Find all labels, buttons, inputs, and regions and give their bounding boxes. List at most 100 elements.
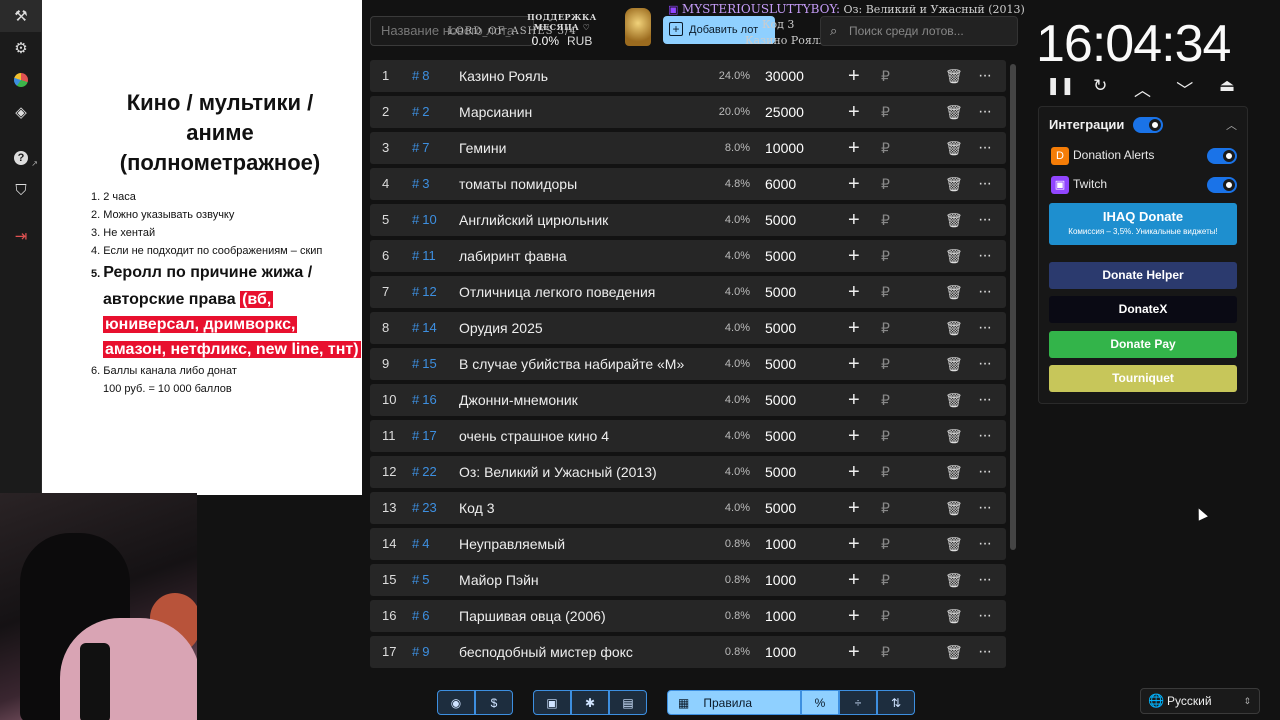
lot-id[interactable]: #3 (412, 168, 429, 200)
lot-name[interactable]: Орудия 2025 (459, 312, 543, 344)
lot-name[interactable]: бесподобный мистер фокс (459, 636, 633, 668)
add-amount-button[interactable]: + (848, 276, 860, 308)
layers-icon[interactable]: ◈ (0, 96, 42, 128)
lot-id[interactable]: #6 (412, 600, 429, 632)
add-amount-button[interactable]: + (848, 96, 860, 128)
lot-amount[interactable]: 1000 (765, 636, 796, 668)
lot-name[interactable]: Оз: Великий и Ужасный (2013) (459, 456, 657, 488)
delete-icon[interactable]: 🗑 (945, 204, 963, 236)
lot-id[interactable]: #5 (412, 564, 429, 596)
delete-icon[interactable]: 🗑 (945, 636, 963, 668)
lot-amount[interactable]: 5000 (765, 240, 796, 272)
lot-name[interactable]: Английский цирюльник (459, 204, 608, 236)
lot-id[interactable]: #15 (412, 348, 437, 380)
more-options-icon[interactable]: ··· (978, 276, 992, 308)
lot-row[interactable]: 15 #5 Майор Пэйн 0.8% 1000 + ₽ 🗑 ··· (370, 564, 1006, 596)
donate-pay-button[interactable]: Donate Pay (1049, 331, 1237, 358)
add-amount-button[interactable]: + (848, 636, 860, 668)
add-amount-button[interactable]: + (848, 384, 860, 416)
lot-name[interactable]: В случае убийства набирайте «М» (459, 348, 684, 380)
lot-amount[interactable]: 5000 (765, 420, 796, 452)
lot-name[interactable]: Джонни-мнемоник (459, 384, 578, 416)
lot-id[interactable]: #7 (412, 132, 429, 164)
more-options-icon[interactable]: ··· (978, 168, 992, 200)
split-button[interactable]: ÷ (839, 690, 877, 715)
lot-amount[interactable]: 5000 (765, 276, 796, 308)
integrations-toggle[interactable] (1133, 117, 1163, 133)
lot-amount[interactable]: 5000 (765, 348, 796, 380)
clear-button[interactable]: ▤ (609, 690, 647, 715)
more-options-icon[interactable]: ··· (978, 204, 992, 236)
add-amount-button[interactable]: + (848, 312, 860, 344)
lot-row[interactable]: 2 #2 Марсианин 20.0% 25000 + ₽ 🗑 ··· (370, 96, 1006, 128)
delete-icon[interactable]: 🗑 (945, 564, 963, 596)
lot-amount[interactable]: 10000 (765, 132, 804, 164)
add-amount-button[interactable]: + (848, 60, 860, 92)
delete-icon[interactable]: 🗑 (945, 456, 963, 488)
delete-icon[interactable]: 🗑 (945, 60, 963, 92)
delete-icon[interactable]: 🗑 (945, 276, 963, 308)
lot-amount[interactable]: 5000 (765, 204, 796, 236)
add-amount-button[interactable]: + (848, 204, 860, 236)
donate-helper-button[interactable]: Donate Helper (1049, 262, 1237, 289)
gear-icon[interactable]: ⚙ (0, 32, 42, 64)
lot-id[interactable]: #23 (412, 492, 437, 524)
more-options-icon[interactable]: ··· (978, 564, 992, 596)
lot-amount[interactable]: 1000 (765, 600, 796, 632)
add-amount-button[interactable]: + (848, 240, 860, 272)
delete-icon[interactable]: 🗑 (945, 384, 963, 416)
lot-amount[interactable]: 5000 (765, 492, 796, 524)
delete-icon[interactable]: 🗑 (945, 528, 963, 560)
lot-name[interactable]: очень страшное кино 4 (459, 420, 609, 452)
lot-name[interactable]: лабиринт фавна (459, 240, 567, 272)
lot-name[interactable]: Отличница легкого поведения (459, 276, 655, 308)
lot-name[interactable]: Неуправляемый (459, 528, 565, 560)
more-options-icon[interactable]: ··· (978, 348, 992, 380)
add-amount-button[interactable]: + (848, 348, 860, 380)
add-amount-button[interactable]: + (848, 528, 860, 560)
more-options-icon[interactable]: ··· (978, 600, 992, 632)
delete-icon[interactable]: 🗑 (945, 168, 963, 200)
hammer-icon[interactable]: ⚒ (0, 0, 42, 32)
lot-row[interactable]: 1 #8 Казино Рояль 24.0% 30000 + ₽ 🗑 ··· (370, 60, 1006, 92)
lot-row[interactable]: 14 #4 Неуправляемый 0.8% 1000 + ₽ 🗑 ··· (370, 528, 1006, 560)
delete-icon[interactable]: 🗑 (945, 348, 963, 380)
lot-amount[interactable]: 1000 (765, 528, 796, 560)
more-options-icon[interactable]: ··· (978, 528, 992, 560)
lot-id[interactable]: #4 (412, 528, 429, 560)
more-options-icon[interactable]: ··· (978, 384, 992, 416)
scrollbar[interactable] (1010, 64, 1016, 550)
add-amount-button[interactable]: + (848, 132, 860, 164)
lot-id[interactable]: #17 (412, 420, 437, 452)
add-amount-button[interactable]: + (848, 168, 860, 200)
delete-icon[interactable]: 🗑 (945, 492, 963, 524)
help-icon[interactable]: ? ↗ (0, 142, 42, 174)
lot-row[interactable]: 13 #23 Код 3 4.0% 5000 + ₽ 🗑 ··· (370, 492, 1006, 524)
lot-row[interactable]: 7 #12 Отличница легкого поведения 4.0% 5000 +… (370, 276, 1006, 308)
lot-id[interactable]: #10 (412, 204, 437, 236)
shield-icon[interactable]: ⛉ (0, 174, 42, 206)
lot-row[interactable]: 17 #9 бесподобный мистер фокс 0.8% 1000 + ₽ 🗑 ··… (370, 636, 1006, 668)
lot-id[interactable]: #2 (412, 96, 429, 128)
ihaq-donate-button[interactable]: IHAQ Donate Комиссия – 3,5%. Уникальные в… (1049, 203, 1237, 245)
sort-button[interactable]: ⇅ (877, 690, 915, 715)
search-lots-input[interactable]: ⌕ Поиск среди лотов... (820, 16, 1018, 46)
pause-button[interactable]: ❚❚ (1046, 76, 1075, 101)
donation-alerts-toggle[interactable] (1207, 148, 1237, 164)
lot-row[interactable]: 12 #22 Оз: Великий и Ужасный (2013) 4.0% 500… (370, 456, 1006, 488)
delete-icon[interactable]: 🗑 (945, 600, 963, 632)
lot-name[interactable]: Гемини (459, 132, 506, 164)
lot-amount[interactable]: 6000 (765, 168, 796, 200)
lot-row[interactable]: 4 #3 томаты помидоры 4.8% 6000 + ₽ 🗑 ··· (370, 168, 1006, 200)
lot-id[interactable]: #22 (412, 456, 437, 488)
lot-row[interactable]: 5 #10 Английский цирюльник 4.0% 5000 + ₽ 🗑 ··· (370, 204, 1006, 236)
lot-amount[interactable]: 5000 (765, 456, 796, 488)
lot-id[interactable]: #12 (412, 276, 437, 308)
lot-name[interactable]: Марсианин (459, 96, 532, 128)
lot-name[interactable]: Казино Рояль (459, 60, 548, 92)
logout-icon[interactable]: ⇥ (0, 220, 42, 252)
donate-button[interactable]: $ (475, 690, 513, 715)
percent-button[interactable]: % (801, 690, 839, 715)
more-options-icon[interactable]: ··· (978, 312, 992, 344)
more-options-icon[interactable]: ··· (978, 456, 992, 488)
